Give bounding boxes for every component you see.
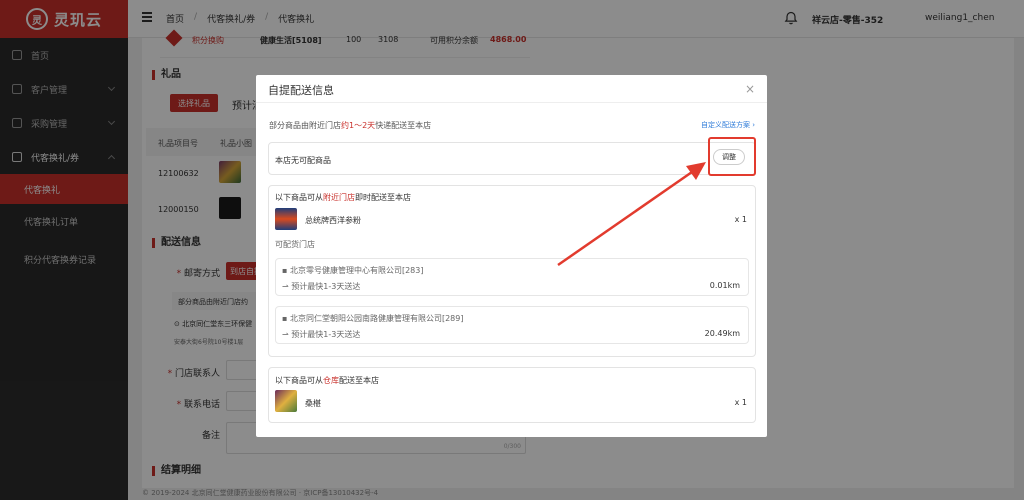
product-quantity: x 1 xyxy=(734,398,747,407)
dialog-header: 自提配送信息 × xyxy=(256,75,767,103)
store-name: ▪ 北京同仁堂朝阳公园南路健康管理有限公司[289] xyxy=(282,314,464,323)
store-distance: 0.01km xyxy=(709,281,740,290)
store-distance: 20.49km xyxy=(704,329,740,338)
truck-icon: ⇀ xyxy=(282,330,292,339)
dialog-intro: 部分商品由附近门店约1～2天快递配送至本店 xyxy=(269,121,432,130)
store-eta: ⇀ 预计最快1-3天送达 xyxy=(282,330,361,339)
store-option[interactable]: ▪ 北京同仁堂朝阳公园南路健康管理有限公司[289] ⇀ 预计最快1-3天送达 … xyxy=(275,306,749,344)
warehouse-title: 以下商品可从仓库配送至本店 xyxy=(275,376,379,385)
custom-delivery-link[interactable]: 自定义配送方案 › xyxy=(701,120,755,130)
nearby-title: 以下商品可从附近门店即时配送至本店 xyxy=(275,193,411,202)
close-icon[interactable]: × xyxy=(745,82,755,96)
product-name: 总统牌西洋参粉 xyxy=(305,216,361,225)
product-thumbnail xyxy=(275,390,297,412)
available-stores-label: 可配货门店 xyxy=(275,240,315,249)
dialog-title: 自提配送信息 xyxy=(268,84,334,97)
product-thumbnail xyxy=(275,208,297,230)
store-eta: ⇀ 预计最快1-3天送达 xyxy=(282,282,361,291)
no-stock-text: 本店无可配商品 xyxy=(275,156,331,165)
annotation-arrow xyxy=(557,162,706,267)
store-icon: ▪ xyxy=(282,314,290,323)
store-icon: ▪ xyxy=(282,266,290,275)
product-name: 桑椹 xyxy=(305,399,321,408)
truck-icon: ⇀ xyxy=(282,282,292,291)
warehouse-box: 以下商品可从仓库配送至本店 桑椹 x 1 xyxy=(268,367,756,423)
store-name: ▪ 北京零号健康管理中心有限公司[283] xyxy=(282,266,424,275)
product-quantity: x 1 xyxy=(734,215,747,224)
